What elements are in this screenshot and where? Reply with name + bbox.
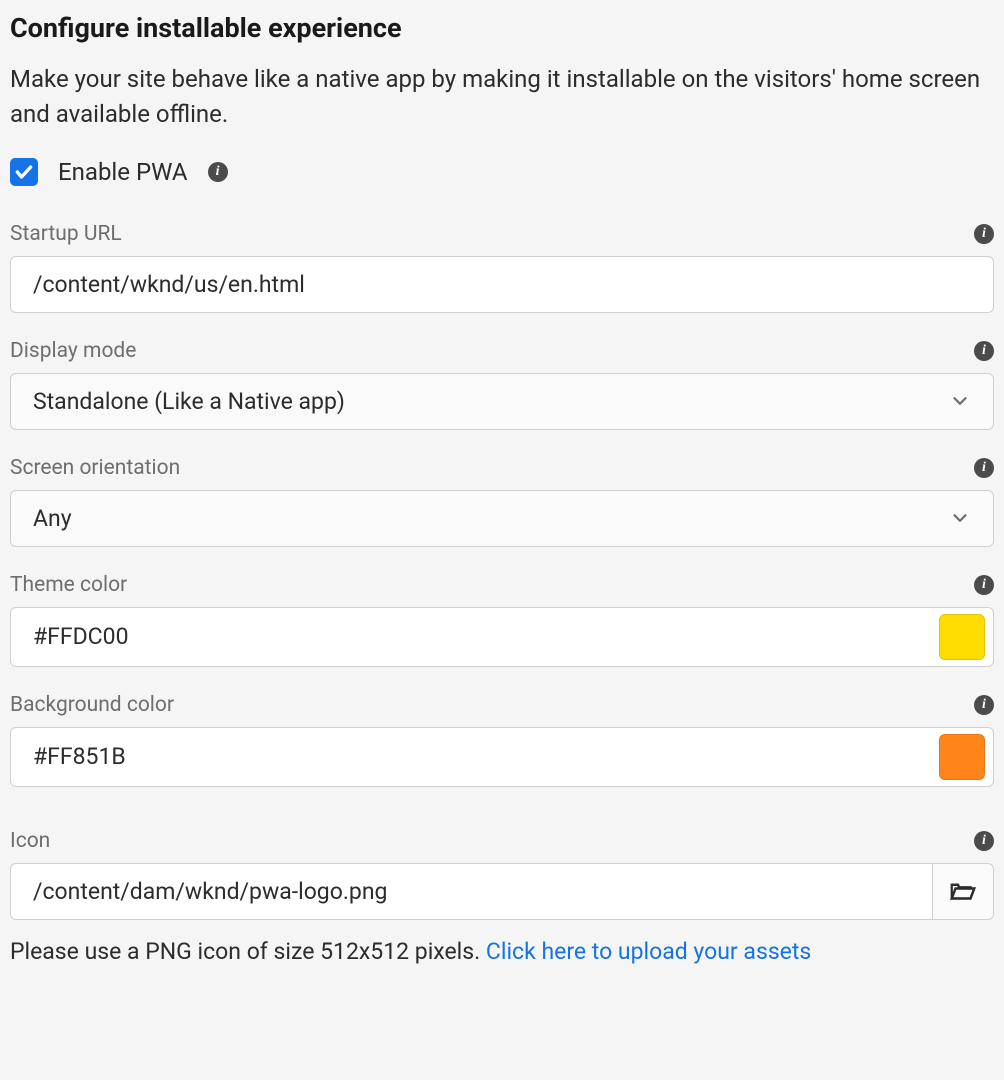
enable-pwa-checkbox[interactable] (10, 158, 38, 186)
page-subtitle: Make your site behave like a native app … (10, 62, 994, 132)
info-icon[interactable]: i (974, 458, 994, 478)
theme-color-swatch[interactable] (939, 614, 985, 660)
display-mode-label: Display mode (10, 339, 136, 363)
screen-orientation-select[interactable]: Any (10, 490, 994, 547)
screen-orientation-value: Any (33, 505, 72, 532)
info-icon[interactable]: i (974, 224, 994, 244)
page-title: Configure installable experience (10, 12, 994, 44)
background-color-swatch[interactable] (939, 734, 985, 780)
icon-input[interactable] (10, 863, 932, 920)
check-icon (14, 162, 34, 182)
icon-label: Icon (10, 829, 50, 853)
background-color-row (10, 727, 994, 787)
theme-color-input[interactable] (33, 623, 939, 650)
display-mode-value: Standalone (Like a Native app) (33, 388, 345, 415)
info-icon[interactable]: i (974, 575, 994, 595)
background-color-input[interactable] (33, 743, 939, 770)
icon-hint-text: Please use a PNG icon of size 512x512 pi… (10, 938, 486, 965)
field-icon: Icon i Please use a PNG icon of size 512… (10, 829, 994, 965)
theme-color-label: Theme color (10, 573, 127, 597)
info-icon[interactable]: i (974, 695, 994, 715)
info-icon[interactable]: i (974, 341, 994, 361)
info-icon[interactable]: i (974, 831, 994, 851)
icon-hint: Please use a PNG icon of size 512x512 pi… (10, 938, 994, 965)
field-screen-orientation: Screen orientation i Any (10, 456, 994, 547)
browse-button[interactable] (932, 863, 994, 920)
field-theme-color: Theme color i (10, 573, 994, 667)
upload-assets-link[interactable]: Click here to upload your assets (486, 938, 811, 965)
field-startup-url: Startup URL i (10, 222, 994, 313)
screen-orientation-label: Screen orientation (10, 456, 180, 480)
info-icon[interactable]: i (208, 162, 228, 182)
startup-url-input[interactable] (10, 256, 994, 313)
display-mode-select[interactable]: Standalone (Like a Native app) (10, 373, 994, 430)
chevron-down-icon (949, 390, 971, 412)
field-display-mode: Display mode i Standalone (Like a Native… (10, 339, 994, 430)
chevron-down-icon (949, 507, 971, 529)
background-color-label: Background color (10, 693, 174, 717)
startup-url-label: Startup URL (10, 222, 122, 246)
enable-pwa-label: Enable PWA (58, 158, 188, 186)
folder-open-icon (948, 876, 978, 906)
theme-color-row (10, 607, 994, 667)
enable-pwa-row: Enable PWA i (10, 158, 994, 186)
field-background-color: Background color i (10, 693, 994, 787)
